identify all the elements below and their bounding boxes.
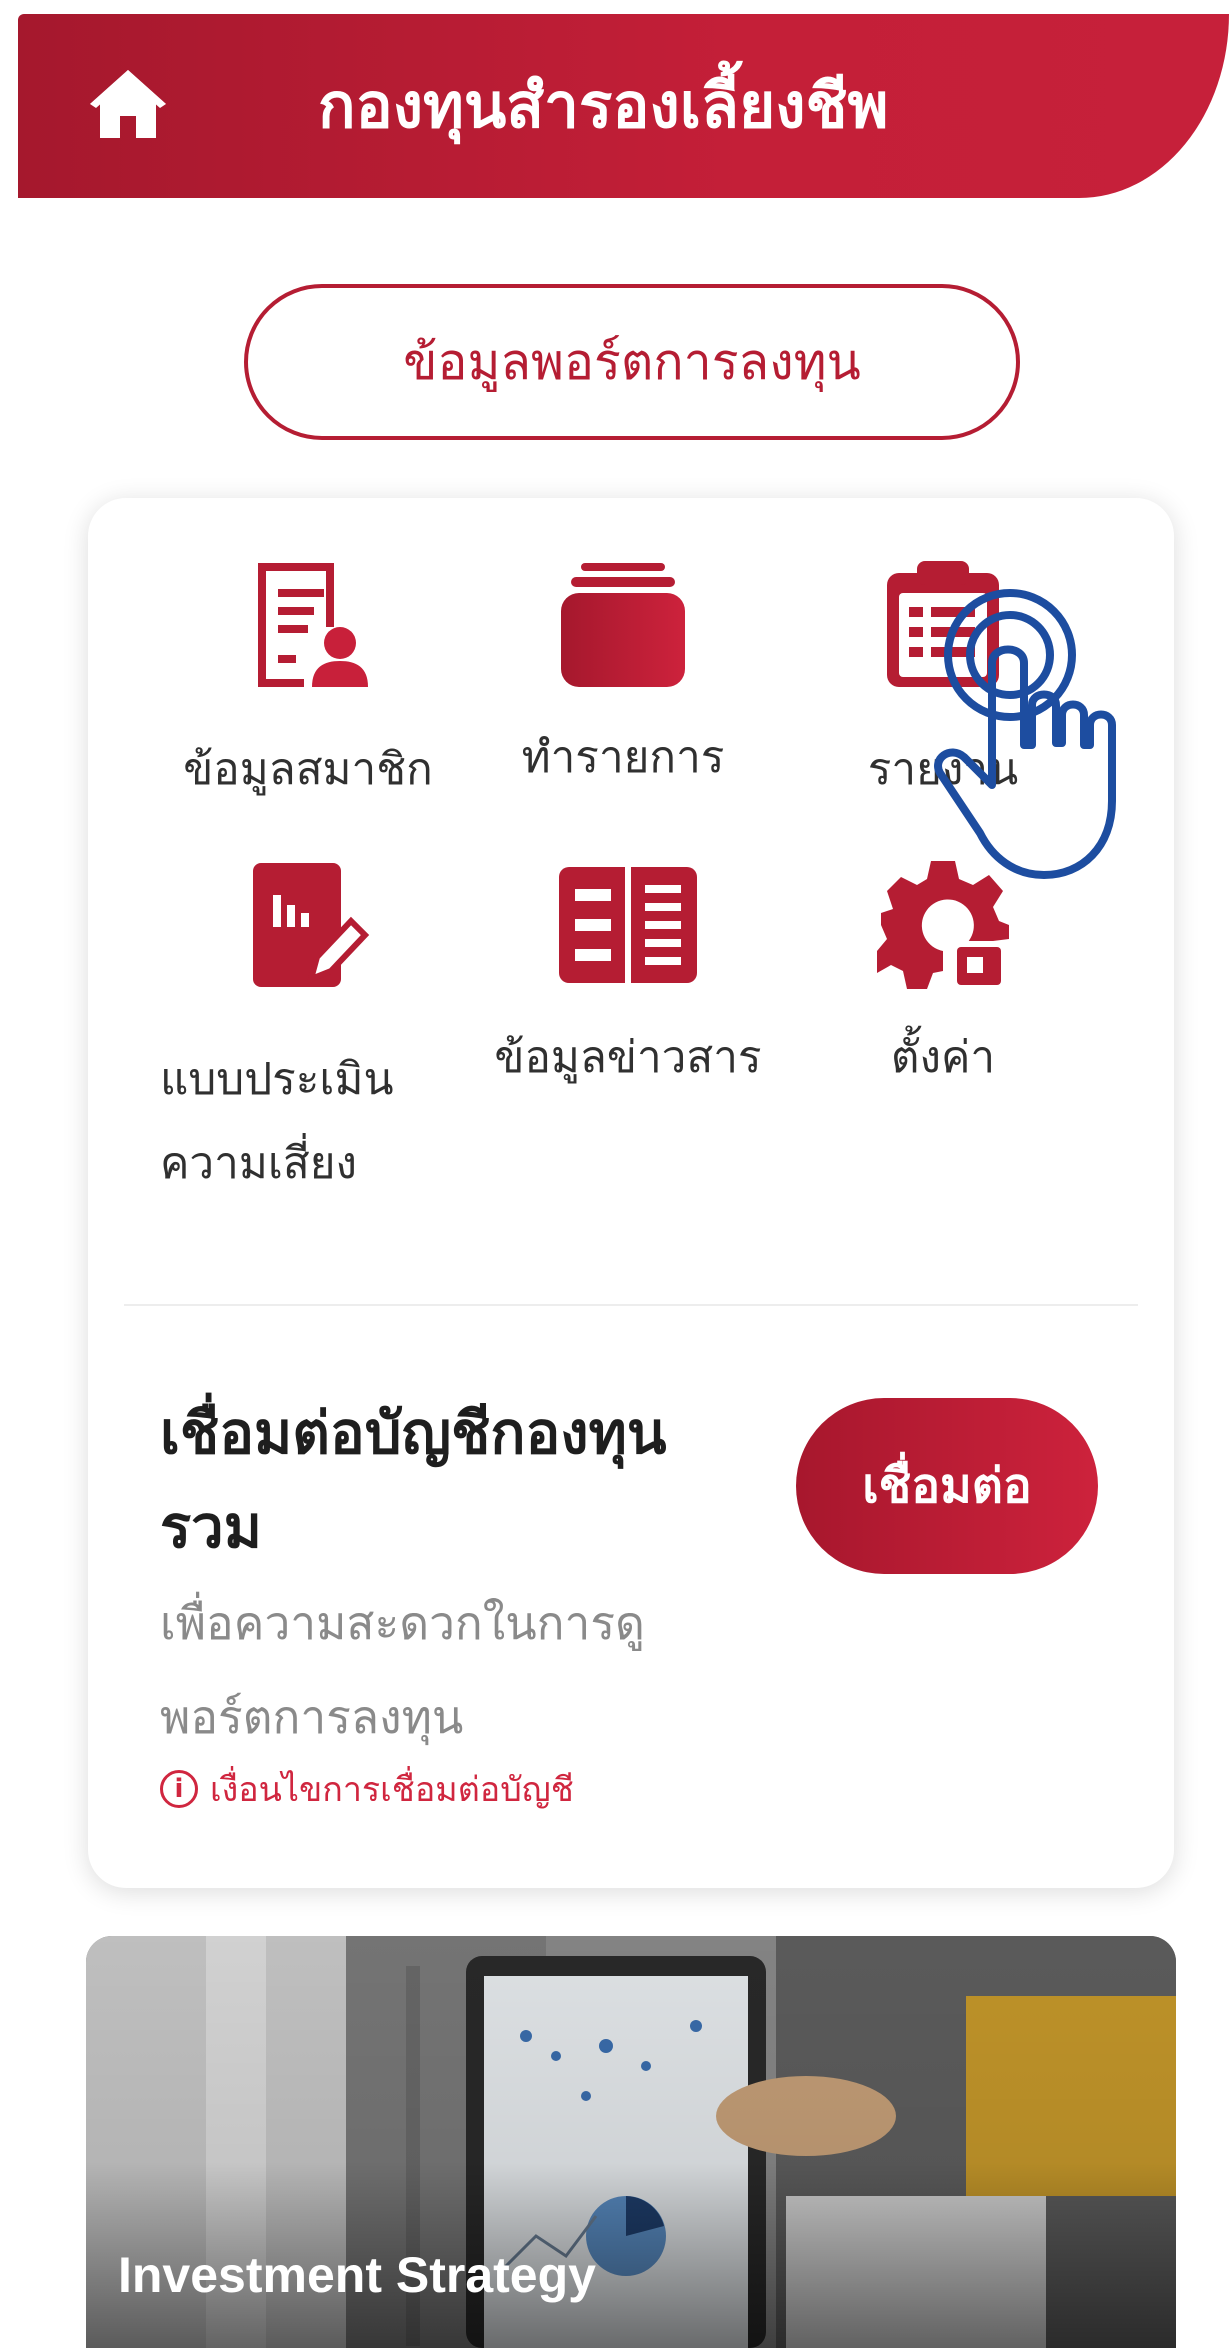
page-title: กองทุนสำรองเลี้ยงชีพ [318, 69, 889, 142]
card-divider [124, 1304, 1138, 1306]
connect-button[interactable]: เชื่อมต่อ [796, 1398, 1098, 1574]
menu-item-settings[interactable]: ตั้งค่า [803, 850, 1083, 1094]
menu-item-report[interactable]: รายงาน [803, 550, 1083, 806]
member-profile-icon [233, 550, 383, 700]
home-icon[interactable] [76, 52, 180, 156]
menu-item-label-line: แบบประเมิน [160, 1054, 394, 1105]
investment-strategy-banner[interactable]: Investment Strategy [86, 1936, 1176, 2348]
menu-item-label-line: ความเสี่ยง [160, 1138, 358, 1189]
menu-item-label: รายงาน [867, 744, 1019, 795]
connect-subtitle: เพื่อความสะดวกในการดู พอร์ตการลงทุน [160, 1576, 720, 1764]
banner-title: Investment Strategy [118, 2247, 596, 2303]
menu-item-label: ทำรายการ [521, 732, 725, 783]
news-icon [553, 850, 703, 1000]
connect-condition-link[interactable]: i เงื่อนไขการเชื่อมต่อบัญชี [160, 1762, 574, 1816]
menu-item-label: แบบประเมิน ความเสี่ยง [160, 1038, 394, 1206]
menu-card: ข้อมูลสมาชิก ทำรายการ รายงาน แบบประเมิน … [88, 498, 1174, 1888]
menu-item-news[interactable]: ข้อมูลข่าวสาร [478, 850, 778, 1094]
app-header: กองทุนสำรองเลี้ยงชีพ [18, 14, 1229, 198]
connect-condition-text: เงื่อนไขการเชื่อมต่อบัญชี [210, 1770, 574, 1810]
report-clipboard-icon [868, 550, 1018, 700]
info-icon: i [160, 1770, 198, 1808]
connect-subtitle-line: เพื่อความสะดวกในการดู [160, 1596, 645, 1650]
settings-gear-icon [868, 850, 1018, 1000]
portfolio-info-button[interactable]: ข้อมูลพอร์ตการลงทุน [244, 284, 1020, 440]
menu-item-label: ข้อมูลข่าวสาร [494, 1032, 762, 1083]
menu-item-label: ตั้งค่า [890, 1032, 996, 1083]
menu-item-member-info[interactable]: ข้อมูลสมาชิก [168, 550, 448, 806]
app-screen: กองทุนสำรองเลี้ยงชีพ ข้อมูลพอร์ตการลงทุน… [0, 0, 1229, 2348]
connect-subtitle-line: พอร์ตการลงทุน [160, 1690, 464, 1744]
connect-title-line: รวม [160, 1493, 262, 1561]
connect-title-line: เชื่อมต่อบัญชีกองทุน [160, 1399, 667, 1467]
menu-item-transaction[interactable]: ทำรายการ [483, 550, 763, 794]
transaction-stack-icon [548, 550, 698, 700]
connect-title: เชื่อมต่อบัญชีกองทุน รวม [160, 1386, 720, 1574]
risk-assessment-icon [228, 850, 378, 1000]
menu-item-risk-assessment[interactable]: แบบประเมิน ความเสี่ยง [148, 850, 448, 1206]
menu-item-label: ข้อมูลสมาชิก [183, 744, 433, 795]
